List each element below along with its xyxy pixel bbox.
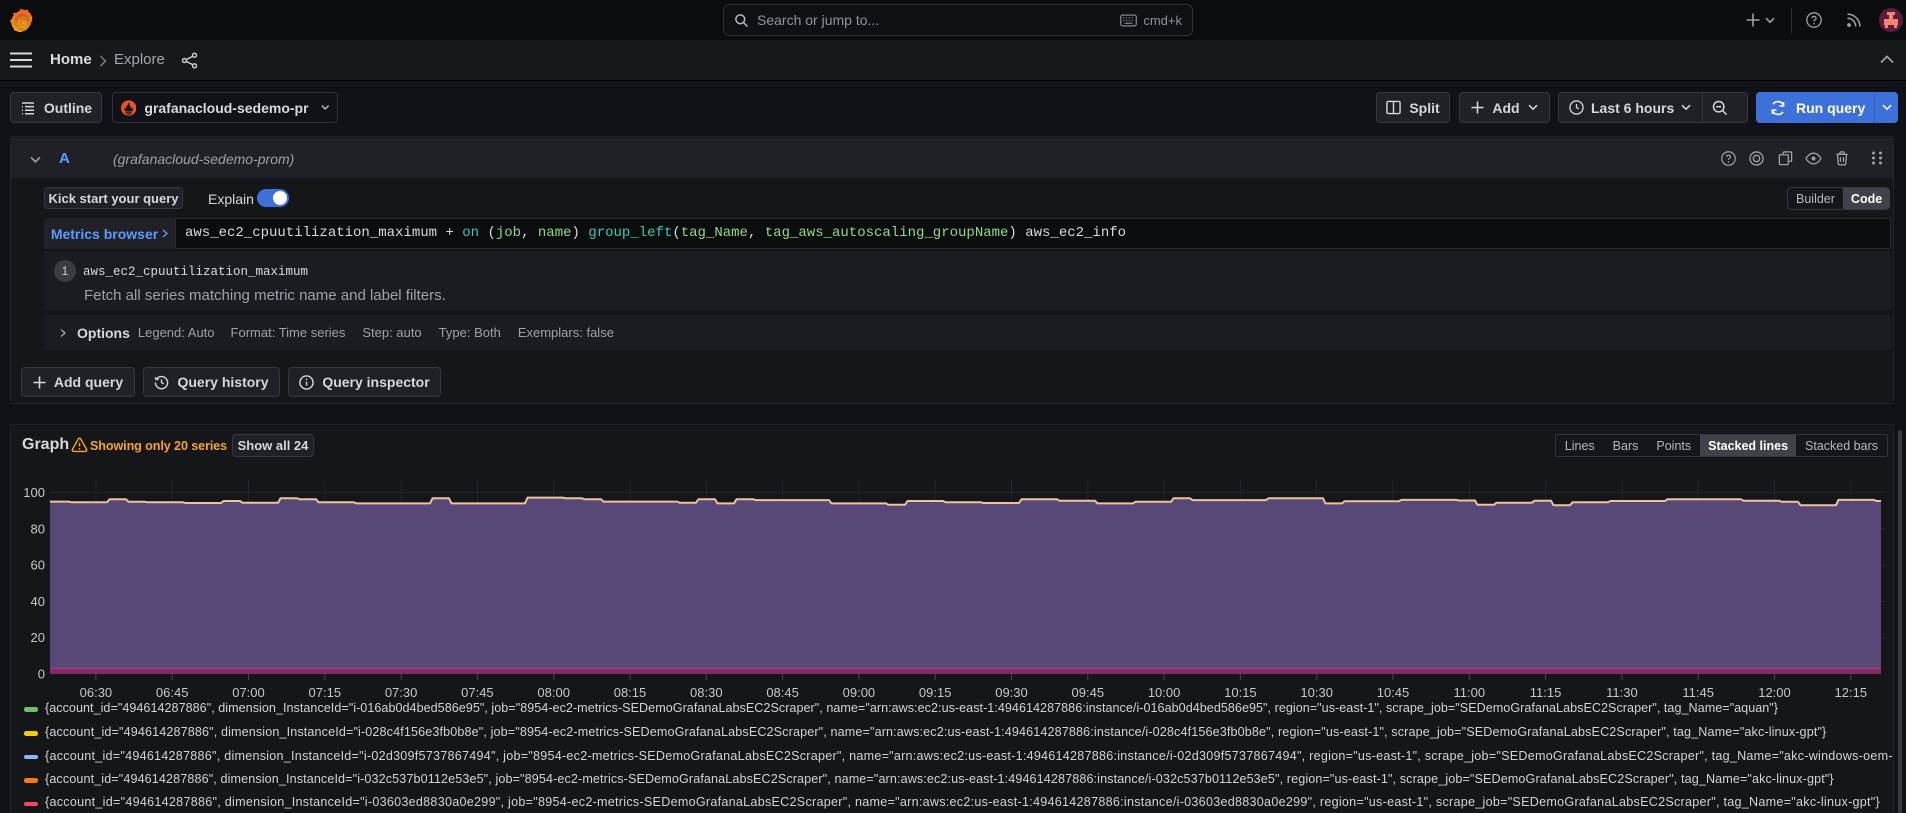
svg-text:10:30: 10:30 [1300, 685, 1333, 700]
svg-text:11:30: 11:30 [1606, 685, 1638, 700]
svg-text:10:00: 10:00 [1148, 685, 1181, 700]
svg-text:11:00: 11:00 [1454, 685, 1486, 700]
svg-text:08:30: 08:30 [690, 685, 723, 700]
svg-text:40: 40 [31, 594, 45, 609]
svg-text:12:15: 12:15 [1835, 685, 1868, 700]
svg-text:09:00: 09:00 [843, 685, 876, 700]
svg-text:07:15: 07:15 [309, 685, 342, 700]
svg-text:06:45: 06:45 [156, 685, 189, 700]
svg-text:11:45: 11:45 [1682, 685, 1714, 700]
svg-text:11:15: 11:15 [1530, 685, 1562, 700]
svg-text:09:15: 09:15 [919, 685, 952, 700]
svg-text:08:45: 08:45 [766, 685, 799, 700]
svg-text:10:45: 10:45 [1377, 685, 1410, 700]
svg-text:06:30: 06:30 [80, 685, 113, 700]
svg-text:08:15: 08:15 [614, 685, 647, 700]
svg-text:07:00: 07:00 [232, 685, 265, 700]
svg-text:80: 80 [31, 521, 45, 536]
svg-text:07:45: 07:45 [461, 685, 494, 700]
svg-text:12:00: 12:00 [1758, 685, 1791, 700]
svg-text:08:00: 08:00 [537, 685, 570, 700]
svg-text:0: 0 [38, 667, 45, 682]
svg-text:09:45: 09:45 [1072, 685, 1105, 700]
svg-text:100: 100 [23, 485, 45, 500]
svg-text:09:30: 09:30 [995, 685, 1028, 700]
svg-text:60: 60 [31, 558, 45, 573]
svg-text:20: 20 [31, 630, 45, 645]
svg-text:10:15: 10:15 [1224, 685, 1257, 700]
svg-text:07:30: 07:30 [385, 685, 418, 700]
